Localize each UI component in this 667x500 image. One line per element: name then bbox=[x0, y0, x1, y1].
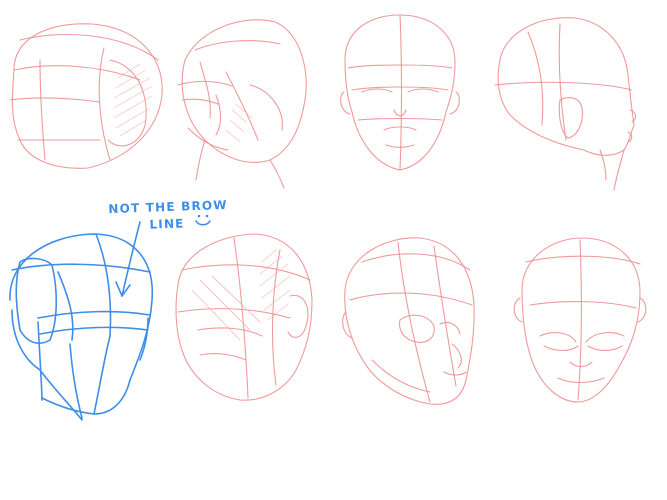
head-sketch-7 bbox=[342, 237, 475, 405]
head-sketch-6 bbox=[175, 233, 313, 401]
head-sketch-1 bbox=[9, 23, 163, 169]
annotation-text-line2: LINE bbox=[149, 216, 185, 232]
head-sketch-4 bbox=[494, 17, 637, 191]
head-sketch-2 bbox=[177, 19, 307, 189]
smiley-face-icon bbox=[195, 214, 211, 226]
head-sketch-8 bbox=[513, 237, 647, 403]
annotation-arrow bbox=[115, 221, 141, 297]
head-sketch-5-blue-construction bbox=[9, 233, 154, 421]
sketch-sheet bbox=[9, 14, 647, 421]
head-sketch-3 bbox=[340, 14, 460, 171]
